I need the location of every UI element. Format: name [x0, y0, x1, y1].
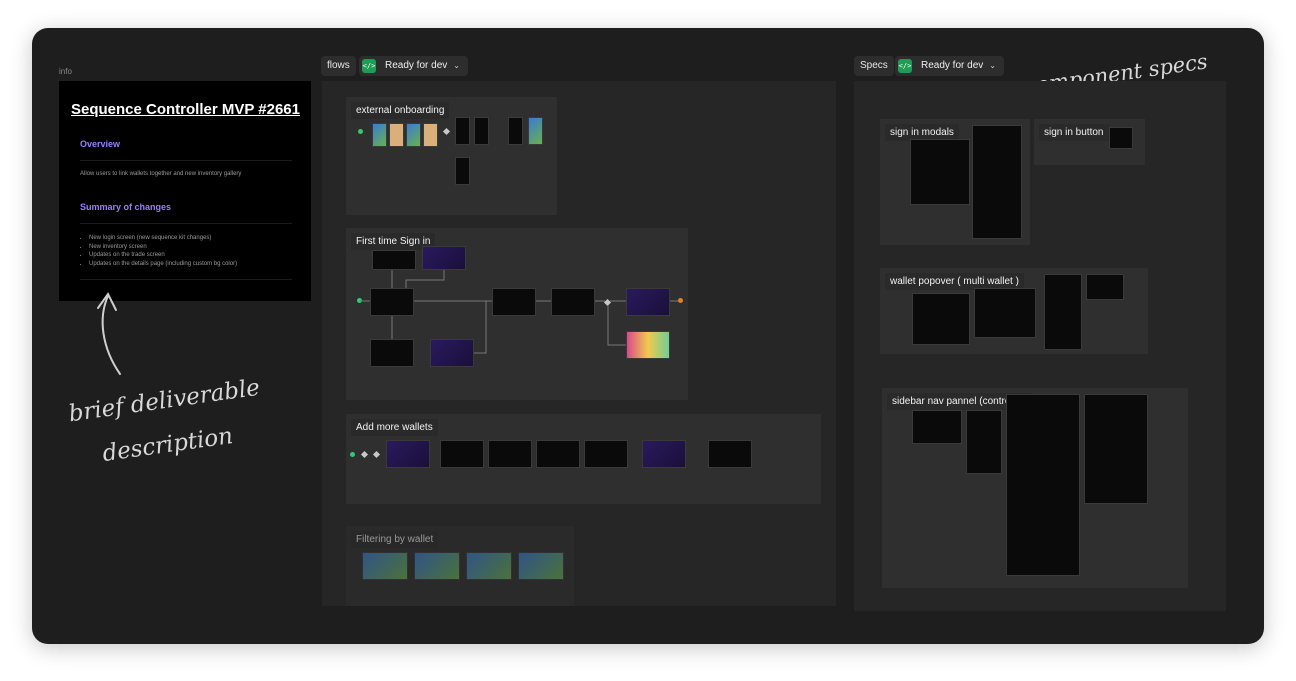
screen-thumbnail[interactable] [406, 123, 421, 147]
status-label: Ready for dev [385, 60, 448, 71]
spec-card-sidebar-nav-panel[interactable]: sidebar nav pannel (controller) [882, 388, 1188, 588]
component-thumbnail[interactable] [912, 410, 962, 444]
screen-thumbnail[interactable] [455, 117, 470, 145]
decision-node [372, 450, 381, 459]
screen-thumbnail[interactable] [508, 117, 523, 145]
decision-node [442, 127, 451, 136]
chevron-down-icon: ⌄ [453, 61, 460, 70]
screen-thumbnail[interactable] [488, 440, 532, 468]
status-label: Ready for dev [921, 60, 984, 71]
specs-status-dropdown[interactable]: </> Ready for dev ⌄ [895, 56, 1004, 76]
screen-thumbnail[interactable] [386, 440, 430, 468]
code-icon: </> [362, 59, 376, 73]
component-thumbnail[interactable] [1084, 394, 1148, 504]
flow-card-first-time-sign-in[interactable]: First time Sign in [346, 228, 688, 400]
flow-card-external-onboarding[interactable]: external onboarding [346, 97, 557, 215]
flows-section[interactable]: external onboarding First time Sign in A… [322, 81, 836, 606]
card-title: Filtering by wallet [351, 531, 439, 548]
component-thumbnail[interactable] [1006, 394, 1080, 576]
screen-thumbnail[interactable] [466, 552, 512, 580]
spec-card-sign-in-modals[interactable]: sign in modals [880, 119, 1030, 245]
code-icon: </> [898, 59, 912, 73]
screen-thumbnail[interactable] [414, 552, 460, 580]
screen-thumbnail[interactable] [536, 440, 580, 468]
flow-start-dot [350, 452, 355, 457]
chevron-down-icon: ⌄ [989, 61, 996, 70]
component-thumbnail[interactable] [1086, 274, 1124, 300]
flow-connectors [360, 270, 678, 354]
card-title: external onboarding [351, 102, 450, 119]
screen-thumbnail[interactable] [642, 440, 686, 468]
screen-thumbnail[interactable] [584, 440, 628, 468]
flow-card-filtering-by-wallet[interactable]: Filtering by wallet [346, 526, 574, 606]
screen-thumbnail[interactable] [372, 123, 387, 147]
flows-section-tag[interactable]: flows [321, 56, 356, 76]
figma-canvas[interactable]: info Sequence Controller MVP #2661 Overv… [32, 28, 1264, 644]
component-thumbnail[interactable] [1109, 127, 1133, 149]
spec-card-sign-in-button[interactable]: sign in button [1034, 119, 1145, 165]
specs-section-tag[interactable]: Specs [854, 56, 894, 76]
flow-start-dot [358, 129, 363, 134]
screen-thumbnail[interactable] [423, 123, 438, 147]
spec-card-wallet-popover[interactable]: wallet popover ( multi wallet ) [880, 268, 1148, 354]
component-thumbnail[interactable] [974, 288, 1036, 338]
component-thumbnail[interactable] [972, 125, 1022, 239]
component-thumbnail[interactable] [1044, 274, 1082, 350]
screen-thumbnail[interactable] [474, 117, 489, 145]
screen-thumbnail[interactable] [440, 440, 484, 468]
flow-card-add-more-wallets[interactable]: Add more wallets [346, 414, 821, 504]
decision-node [360, 450, 369, 459]
screen-thumbnail[interactable] [362, 552, 408, 580]
screen-thumbnail[interactable] [708, 440, 752, 468]
specs-section[interactable]: sign in modals sign in button wallet pop… [854, 81, 1226, 611]
component-thumbnail[interactable] [912, 293, 970, 345]
flows-status-dropdown[interactable]: </> Ready for dev ⌄ [359, 56, 468, 76]
screen-thumbnail[interactable] [455, 157, 470, 185]
component-thumbnail[interactable] [910, 139, 970, 205]
card-title: sign in button [1039, 124, 1109, 141]
component-thumbnail[interactable] [966, 410, 1002, 474]
card-title: Add more wallets [351, 419, 438, 436]
screen-thumbnail[interactable] [389, 123, 404, 147]
screen-thumbnail[interactable] [528, 117, 543, 145]
screen-thumbnail[interactable] [518, 552, 564, 580]
